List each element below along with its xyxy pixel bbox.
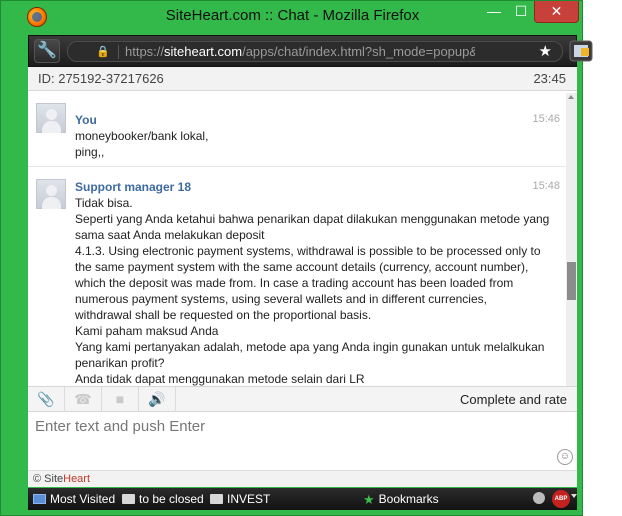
adblock-plus-icon[interactable]: ABP [552,490,570,508]
lock-icon[interactable]: 🔒 [96,45,110,59]
message-scrollbar[interactable] [566,93,577,386]
message-item: You 15:46 moneybooker/bank lokal, ping,, [28,93,566,167]
footer-copyright: © Site [33,473,64,485]
bookmark-folder-invest[interactable]: INVEST [210,492,270,506]
chat-panel: ID: 275192-37217626 23:45 You 15:46 mone… [28,67,577,487]
message-line: which the deposit was made from. In case… [75,276,514,290]
message-item: Support manager 18 15:48 Tidak bisa. Sep… [28,168,566,386]
chat-toolbar: 📎 ☎ ■ 🔊 Complete and rate [28,386,577,412]
chevron-down-icon[interactable] [571,494,577,498]
bookmark-label: Most Visited [50,492,116,506]
footer-brand[interactable]: Heart [63,473,90,485]
folder-icon [210,494,223,504]
message-time: 15:48 [532,180,560,192]
video-camera-icon[interactable]: ■ [102,387,139,412]
message-author: Support manager 18 [75,180,192,194]
message-line: Anda tidak dapat menggunakan metode sela… [75,372,365,386]
session-time: 23:45 [533,71,566,86]
bookmarks-label: Bookmarks [378,492,439,506]
folder-icon [122,494,135,504]
footer: © SiteHeart [28,470,577,487]
message-author: You [75,113,97,127]
message-input[interactable] [28,413,577,470]
message-text: moneybooker/bank lokal, ping,, [75,128,561,160]
url-host: siteheart.com [164,44,243,59]
avatar-icon [36,179,66,209]
url-separator [118,45,119,59]
chat-id: ID: 275192-37217626 [38,71,164,86]
chat-id-bar: ID: 275192-37217626 23:45 [28,67,577,91]
paperclip-icon[interactable]: 📎 [28,387,65,412]
message-line: 4.1.3. Using electronic payment systems,… [75,244,541,258]
message-text: Tidak bisa. Seperti yang Anda ketahui ba… [75,195,561,386]
avatar-icon [36,103,66,133]
bookmark-label: INVEST [227,492,271,506]
gear-icon[interactable] [533,492,545,504]
firefox-window: SiteHeart.com :: Chat - Mozilla Firefox … [0,0,593,516]
speaker-icon[interactable]: 🔊 [139,387,176,412]
wrench-icon[interactable]: 🔧 [34,39,60,63]
message-line: Tidak bisa. [75,196,133,210]
navigation-bar: 🔧 🔒 https://siteheart.com/apps/chat/inde… [28,35,593,67]
message-line: Seperti yang Anda ketahui bahwa penarika… [75,212,550,226]
message-line: Kami paham maksud Anda [75,324,219,338]
url-prefix: https:// [125,44,165,59]
message-composer: ☺ [28,413,577,470]
complete-and-rate-button[interactable]: Complete and rate [460,392,567,407]
bookmark-folder-to-be-closed[interactable]: to be closed [122,492,204,506]
scrollbar-thumb[interactable] [567,262,576,300]
desktop-background [583,0,622,516]
url-bar[interactable]: 🔒 https://siteheart.com/apps/chat/index.… [67,41,563,62]
url-text[interactable]: https://siteheart.com/apps/chat/index.ht… [125,44,475,59]
message-line: sama saat Anda melakukan deposit [75,228,265,242]
bookmarks-bar: Most Visited to be closed INVEST ★ Bookma… [28,488,577,510]
phone-icon[interactable]: ☎ [65,387,102,412]
message-line: Yang kami pertanyakan adalah, metode apa… [75,340,545,354]
bookmark-most-visited[interactable]: Most Visited [33,492,115,506]
bookmark-label: to be closed [139,492,204,506]
title-bar[interactable]: SiteHeart.com :: Chat - Mozilla Firefox … [1,1,584,33]
message-line: the same payment system with the same ac… [75,260,529,274]
minimize-button[interactable]: — [484,1,504,23]
message-line: penarikan profit? [75,356,165,370]
message-line: withdrawal shall be requested on the pro… [75,308,372,322]
maximize-button[interactable]: ☐ [511,1,531,23]
message-line: ping,, [75,145,105,159]
addon-icon[interactable] [569,40,593,62]
star-icon: ★ [363,492,375,507]
url-path: /apps/chat/index.html?sh_mode=popup&ent_… [242,44,475,59]
message-list[interactable]: You 15:46 moneybooker/bank lokal, ping,,… [28,93,577,386]
bookmarks-menu[interactable]: ★ Bookmarks [363,492,439,508]
message-line: moneybooker/bank lokal, [75,129,209,143]
scroll-up-icon[interactable] [568,95,574,99]
smiley-icon[interactable]: ☺ [557,449,573,465]
close-button[interactable]: ✕ [534,1,579,23]
message-line: numerous payment systems, using several … [75,292,487,306]
star-icon[interactable]: ★ [539,42,552,60]
most-visited-icon [33,494,46,504]
message-time: 15:46 [532,113,560,125]
